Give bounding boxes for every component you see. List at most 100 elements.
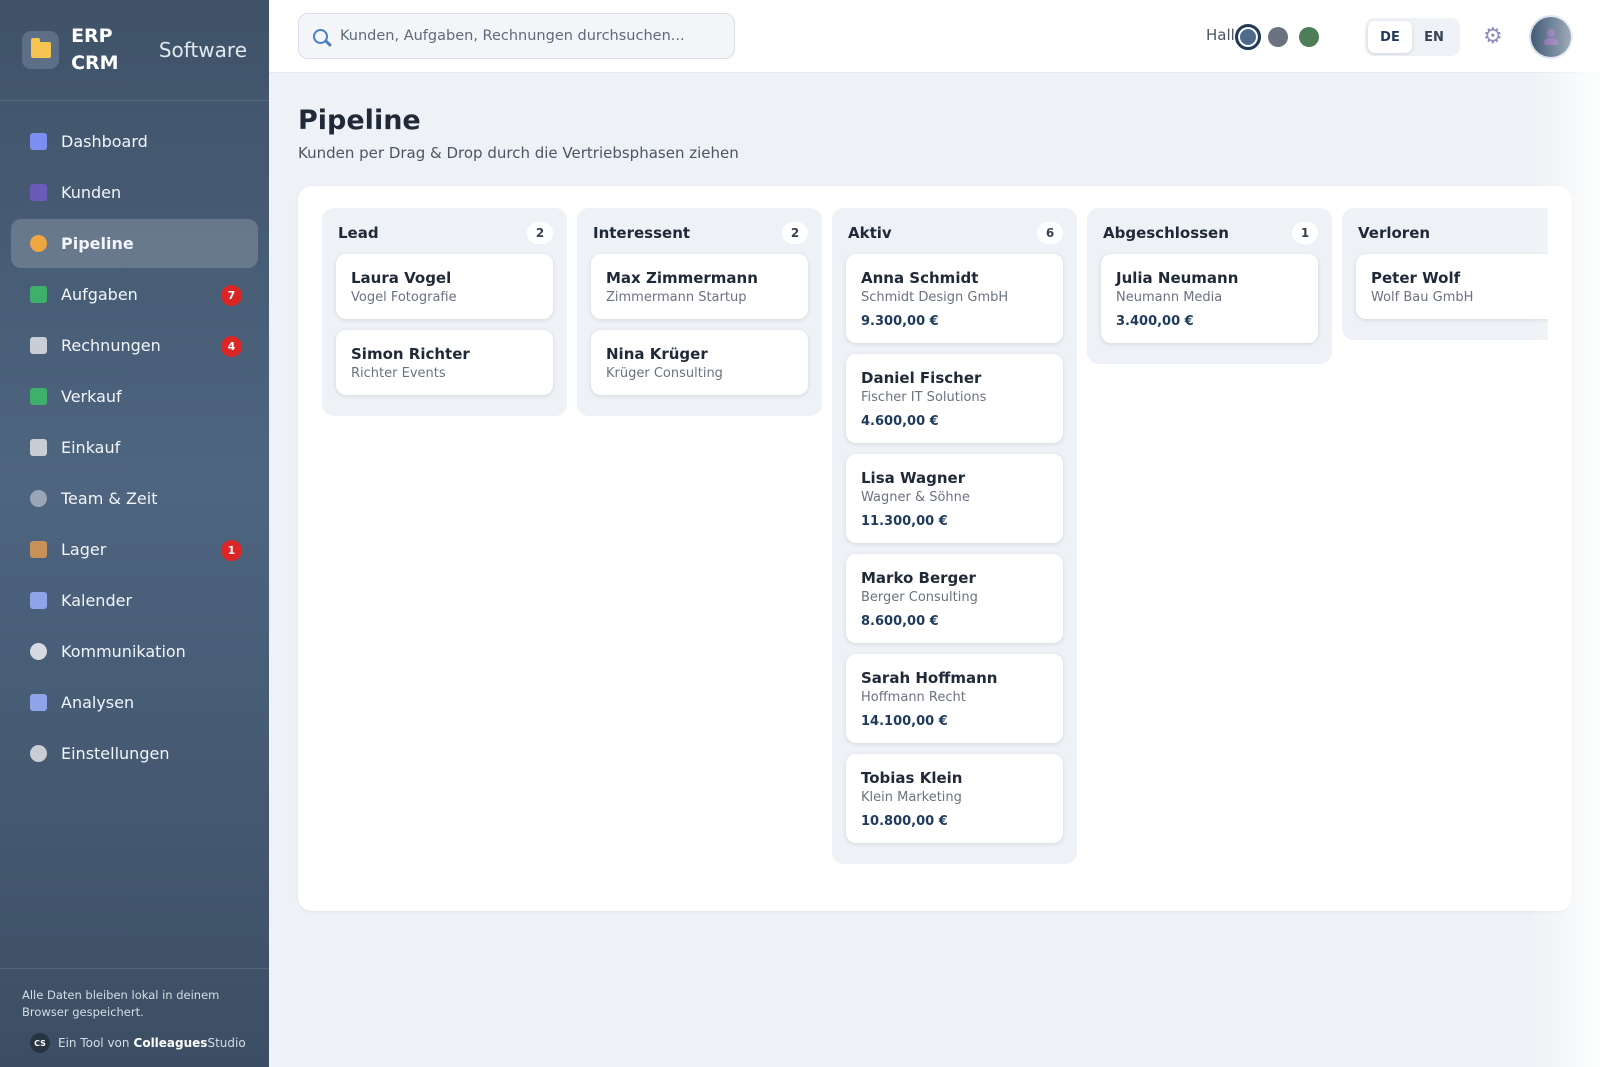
deal-value: 9.300,00 € bbox=[861, 314, 939, 329]
customer-card[interactable]: Tobias Klein Klein Marketing 10.800,00 € bbox=[846, 754, 1063, 843]
language-switch: DE EN bbox=[1365, 18, 1460, 56]
customer-card[interactable]: Julia Neumann Neumann Media 3.400,00 € bbox=[1101, 254, 1318, 343]
sidebar-item-rechnungen[interactable]: Rechnungen 4 bbox=[11, 321, 258, 370]
sidebar-item-einstellungen[interactable]: Einstellungen bbox=[11, 729, 258, 778]
column-header: Abgeschlossen 1 bbox=[1101, 222, 1318, 244]
customer-company: Wolf Bau GmbH bbox=[1371, 290, 1474, 305]
sidebar-footer: Alle Daten bleiben lokal in deinem Brows… bbox=[0, 968, 269, 1067]
sidebar-item-kalender[interactable]: Kalender bbox=[11, 576, 258, 625]
customer-name: Max Zimmermann bbox=[606, 269, 758, 287]
sidebar-item-label: Analysen bbox=[61, 693, 135, 712]
count-badge: 4 bbox=[221, 336, 242, 357]
customer-card[interactable]: Daniel Fischer Fischer IT Solutions 4.600,… bbox=[846, 354, 1063, 443]
pipeline-columns: Lead 2 Laura Vogel Vogel Fotografie Simon Ri… bbox=[322, 208, 1548, 908]
sidebar-nav: Dashboard Kunden Pipeline Aufgaben 7 Rechnung… bbox=[0, 101, 269, 778]
column-header: Aktiv 6 bbox=[846, 222, 1063, 244]
customer-name: Lisa Wagner bbox=[861, 469, 966, 487]
customer-name: Sarah Hoffmann bbox=[861, 669, 998, 687]
checkbox-icon bbox=[29, 286, 47, 304]
customer-company: Hoffmann Recht bbox=[861, 690, 966, 705]
column-count-badge: 6 bbox=[1037, 222, 1063, 244]
sidebar-item-label: Verkauf bbox=[61, 387, 122, 406]
sidebar-item-lager[interactable]: Lager 1 bbox=[11, 525, 258, 574]
sidebar-item-team[interactable]: Team & Zeit bbox=[11, 474, 258, 523]
pipeline-column-4[interactable]: Verloren Peter Wolf Wolf Bau GmbH bbox=[1342, 208, 1548, 340]
customer-card[interactable]: Simon Richter Richter Events bbox=[336, 330, 553, 395]
sidebar-item-verkauf[interactable]: Verkauf bbox=[11, 372, 258, 421]
colleagues-studio-logo-icon: CS bbox=[30, 1033, 50, 1053]
search-input[interactable] bbox=[340, 28, 720, 44]
lang-button-en[interactable]: EN bbox=[1412, 21, 1456, 53]
sidebar-item-label: Team & Zeit bbox=[61, 489, 158, 508]
customer-company: Neumann Media bbox=[1116, 290, 1223, 305]
search-icon bbox=[313, 28, 328, 44]
customer-company: Richter Events bbox=[351, 366, 446, 381]
customer-company: Berger Consulting bbox=[861, 590, 978, 605]
sidebar-item-label: Kalender bbox=[61, 591, 133, 610]
line-chart-icon bbox=[29, 694, 47, 712]
avatar[interactable] bbox=[1531, 17, 1571, 57]
sidebar-item-dashboard[interactable]: Dashboard bbox=[11, 117, 258, 166]
customer-name: Nina Krüger bbox=[606, 345, 708, 363]
brand-subtitle: Software bbox=[158, 38, 247, 62]
credit-brand-suffix: Studio bbox=[207, 1036, 246, 1050]
column-count-badge: 1 bbox=[1292, 222, 1318, 244]
compass-icon bbox=[29, 235, 47, 253]
search-box[interactable] bbox=[298, 13, 735, 59]
stopwatch-icon bbox=[29, 490, 47, 508]
customer-company: Schmidt Design GmbH bbox=[861, 290, 1009, 305]
column-title: Verloren bbox=[1358, 224, 1431, 242]
customer-card[interactable]: Sarah Hoffmann Hoffmann Recht 14.100,00 € bbox=[846, 654, 1063, 743]
sidebar-item-label: Pipeline bbox=[61, 234, 134, 253]
sidebar-item-pipeline[interactable]: Pipeline bbox=[11, 219, 258, 268]
sidebar-item-kunden[interactable]: Kunden bbox=[11, 168, 258, 217]
pipeline-column-2[interactable]: Aktiv 6 Anna Schmidt Schmidt Design GmbH 9.3… bbox=[832, 208, 1077, 864]
credit-brand: Colleagues bbox=[133, 1036, 208, 1050]
speech-bubble-icon bbox=[29, 643, 47, 661]
column-title: Aktiv bbox=[848, 224, 892, 242]
deal-value: 3.400,00 € bbox=[1116, 314, 1194, 329]
customer-card[interactable]: Max Zimmermann Zimmermann Startup bbox=[591, 254, 808, 319]
pipeline-column-1[interactable]: Interessent 2 Max Zimmermann Zimmermann Sta… bbox=[577, 208, 822, 416]
sidebar-item-label: Kommunikation bbox=[61, 642, 186, 661]
sidebar-item-label: Einkauf bbox=[61, 438, 121, 457]
customer-name: Daniel Fischer bbox=[861, 369, 982, 387]
brand[interactable]: ERP CRM Software bbox=[0, 0, 269, 101]
column-count-badge: 2 bbox=[527, 222, 553, 244]
customer-name: Laura Vogel bbox=[351, 269, 452, 287]
sidebar-item-label: Lager bbox=[61, 540, 107, 559]
package-icon bbox=[29, 541, 47, 559]
customer-card[interactable]: Peter Wolf Wolf Bau GmbH bbox=[1356, 254, 1548, 319]
theme-color-green[interactable] bbox=[1299, 27, 1319, 47]
gear-icon[interactable]: ⚙ bbox=[1483, 26, 1503, 48]
count-badge: 1 bbox=[221, 540, 242, 561]
lang-button-de[interactable]: DE bbox=[1368, 21, 1412, 53]
customer-card[interactable]: Marko Berger Berger Consulting 8.600,00 € bbox=[846, 554, 1063, 643]
sidebar-item-einkauf[interactable]: Einkauf bbox=[11, 423, 258, 472]
pipeline-column-3[interactable]: Abgeschlossen 1 Julia Neumann Neumann Media… bbox=[1087, 208, 1332, 364]
customer-card[interactable]: Laura Vogel Vogel Fotografie bbox=[336, 254, 553, 319]
customer-card[interactable]: Nina Krüger Krüger Consulting bbox=[591, 330, 808, 395]
credit[interactable]: CS Ein Tool von Colleagues Studio bbox=[22, 1033, 247, 1053]
sidebar-item-kommunikation[interactable]: Kommunikation bbox=[11, 627, 258, 676]
trend-up-icon bbox=[29, 388, 47, 406]
column-count-badge: 2 bbox=[782, 222, 808, 244]
sidebar-item-analysen[interactable]: Analysen bbox=[11, 678, 258, 727]
sidebar-item-label: Aufgaben bbox=[61, 285, 138, 304]
footer-note: Alle Daten bleiben lokal in deinem Brows… bbox=[22, 988, 220, 1019]
deal-value: 4.600,00 € bbox=[861, 414, 939, 429]
column-title: Interessent bbox=[593, 224, 691, 242]
customer-card[interactable]: Anna Schmidt Schmidt Design GmbH 9.300,00 … bbox=[846, 254, 1063, 343]
credit-prefix: Ein Tool von bbox=[58, 1036, 130, 1050]
deal-value: 8.600,00 € bbox=[861, 614, 939, 629]
customer-company: Klein Marketing bbox=[861, 790, 962, 805]
theme-color-gray[interactable] bbox=[1268, 27, 1288, 47]
sidebar-item-label: Dashboard bbox=[61, 132, 148, 151]
theme-color-blue[interactable] bbox=[1235, 24, 1261, 50]
customer-card[interactable]: Lisa Wagner Wagner & Söhne 11.300,00 € bbox=[846, 454, 1063, 543]
users-icon bbox=[29, 184, 47, 202]
sidebar-item-aufgaben[interactable]: Aufgaben 7 bbox=[11, 270, 258, 319]
pipeline-column-0[interactable]: Lead 2 Laura Vogel Vogel Fotografie Simon Ri… bbox=[322, 208, 567, 416]
customer-name: Simon Richter bbox=[351, 345, 470, 363]
cash-register-icon bbox=[29, 439, 47, 457]
